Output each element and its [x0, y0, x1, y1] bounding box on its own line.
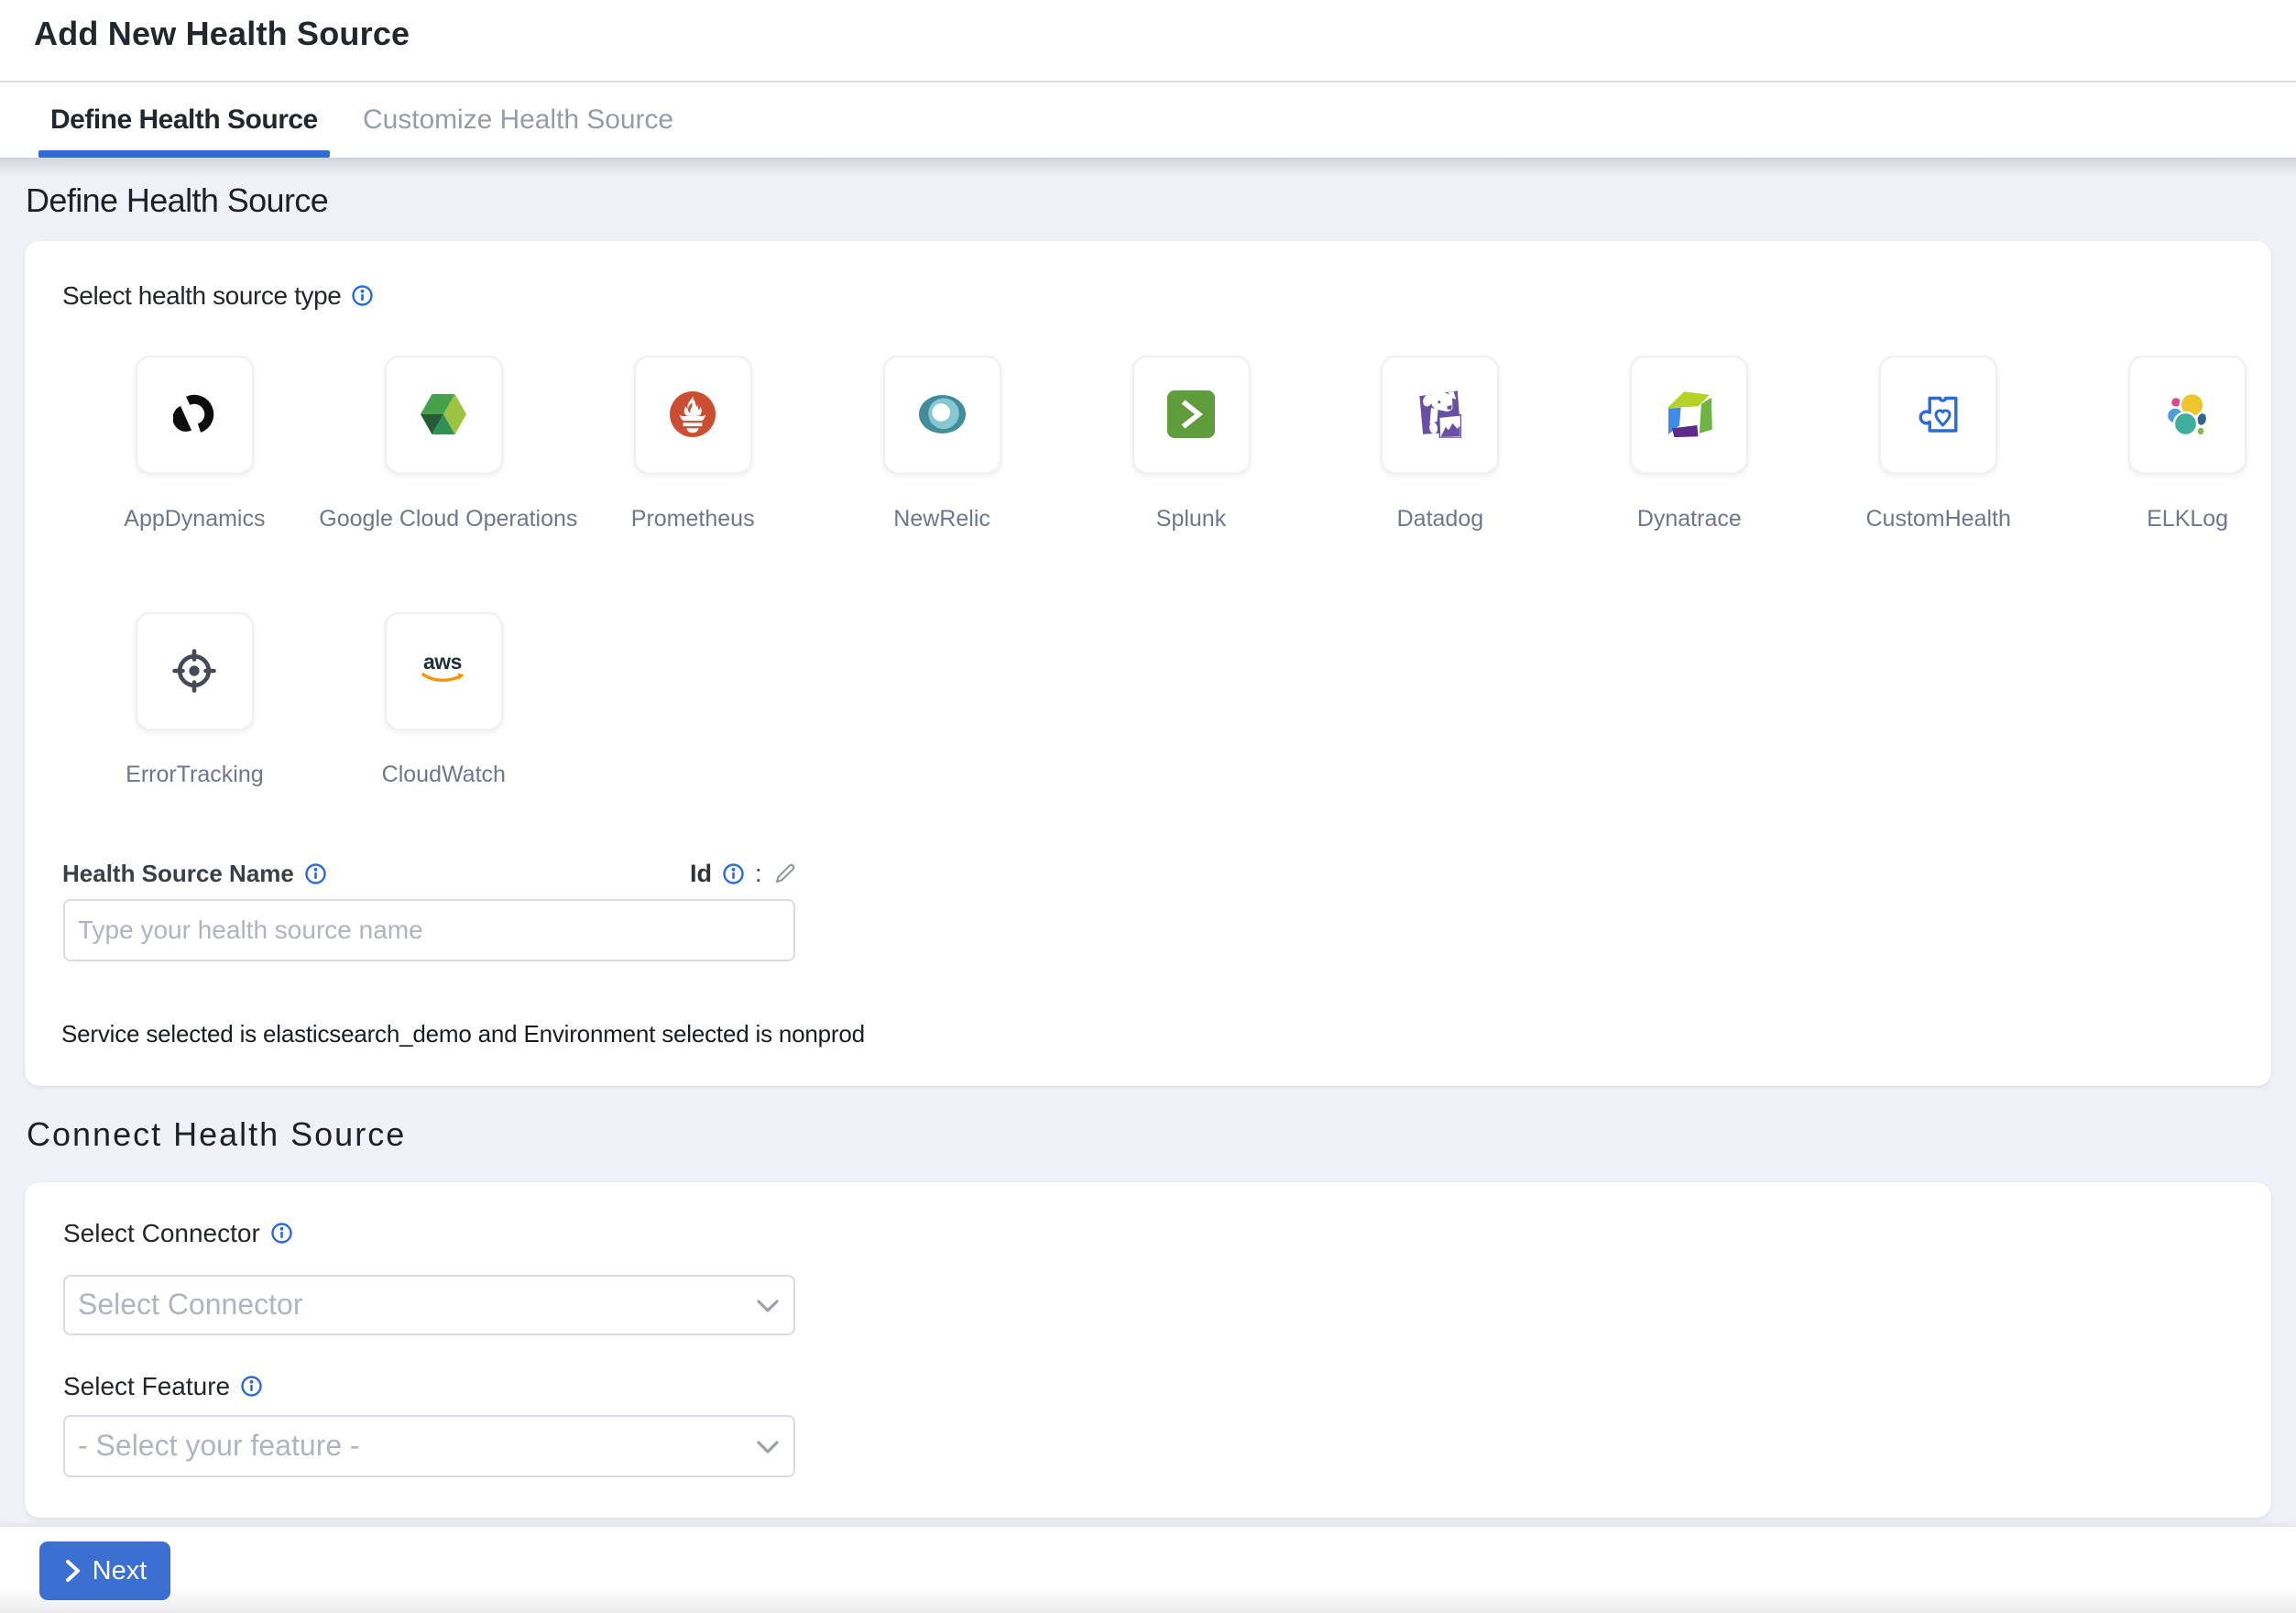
svg-text:aws: aws — [423, 652, 462, 674]
